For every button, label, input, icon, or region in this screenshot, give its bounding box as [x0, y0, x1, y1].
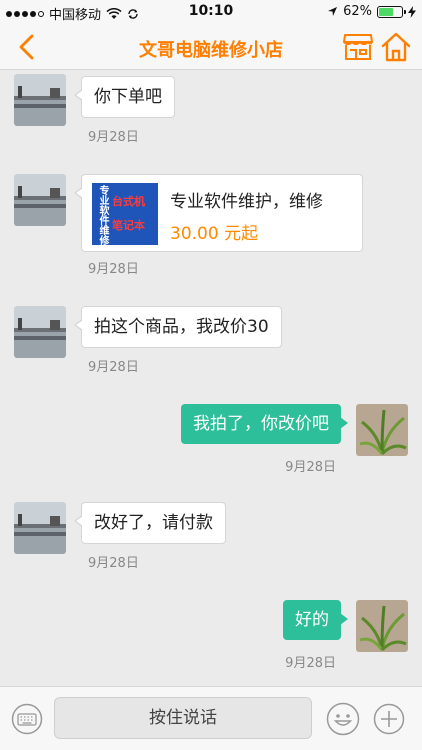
product-price: 30.00 元起 [170, 224, 259, 244]
status-bar: 中国移动 10:10 62% [0, 0, 422, 24]
lake-photo-icon [14, 306, 66, 358]
battery-level [379, 7, 393, 16]
status-right: 62% [327, 4, 416, 19]
lake-photo-icon [14, 502, 66, 554]
incoming-bubble[interactable]: 拍这个商品，我改价30 [74, 306, 282, 348]
lake-photo-icon [14, 174, 66, 226]
thumb-vertical-text: 专业软件维修 [97, 185, 108, 245]
thumb-line-2: 笔记本 [112, 219, 145, 232]
product-name: 专业软件维护，维修 [170, 192, 323, 212]
home-button[interactable] [380, 31, 412, 63]
chat-area[interactable]: 你下单吧 9月28日 专业软件维修 台式机 笔记本 专业软件维护，维修 30.0… [0, 70, 422, 686]
emoji-icon [326, 702, 360, 736]
emoji-button[interactable] [326, 702, 360, 736]
incoming-bubble[interactable]: 你下单吧 [74, 76, 175, 118]
plus-icon [373, 703, 405, 735]
shop-avatar[interactable] [14, 174, 66, 226]
plant-photo-icon [356, 404, 408, 456]
message-time: 9月28日 [285, 656, 336, 671]
product-card[interactable]: 专业软件维修 台式机 笔记本 专业软件维护，维修 30.00 元起 [74, 174, 363, 252]
user-avatar[interactable] [356, 404, 408, 456]
message-time: 9月28日 [285, 460, 336, 475]
message-time: 9月28日 [88, 556, 139, 571]
shop-button[interactable] [342, 32, 374, 62]
location-arrow-icon [328, 7, 338, 16]
battery-percent: 62% [343, 4, 372, 19]
home-icon [381, 32, 411, 62]
shop-avatar[interactable] [14, 74, 66, 126]
shop-icon [343, 34, 373, 60]
plant-photo-icon [356, 600, 408, 652]
user-avatar[interactable] [356, 600, 408, 652]
outgoing-bubble[interactable]: 好的 [283, 600, 348, 640]
message-time: 9月28日 [88, 130, 139, 145]
charging-bolt-icon [408, 5, 416, 18]
hold-to-talk-button[interactable]: 按住说话 [54, 697, 312, 739]
incoming-bubble[interactable]: 改好了，请付款 [74, 502, 226, 544]
lake-photo-icon [14, 74, 66, 126]
message-time: 9月28日 [88, 262, 139, 277]
outgoing-bubble[interactable]: 我拍了，你改价吧 [181, 404, 348, 444]
more-options-button[interactable] [373, 703, 405, 735]
product-thumbnail[interactable]: 专业软件维修 台式机 笔记本 [92, 183, 158, 245]
thumb-line-1: 台式机 [112, 195, 145, 208]
keyboard-toggle-button[interactable] [11, 703, 43, 735]
battery-icon [377, 5, 406, 18]
shop-avatar[interactable] [14, 502, 66, 554]
nav-bar: 文哥电脑维修小店 [0, 24, 422, 70]
message-time: 9月28日 [88, 360, 139, 375]
shop-avatar[interactable] [14, 306, 66, 358]
input-bar: 按住说话 [0, 686, 422, 750]
keyboard-icon [11, 703, 43, 735]
